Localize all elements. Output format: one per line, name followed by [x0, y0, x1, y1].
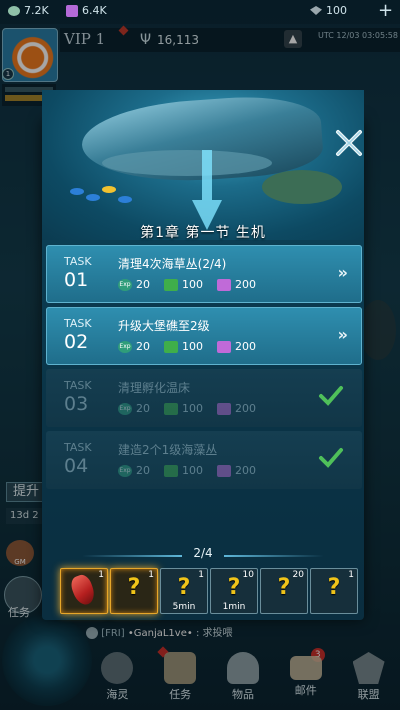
shell-icon	[8, 5, 20, 16]
fish-illustration	[118, 196, 132, 203]
checkmark-icon	[319, 448, 343, 468]
resource-2-value: 6.4K	[82, 4, 107, 17]
whale-belly	[102, 150, 272, 176]
seaweed-value: 100	[182, 340, 203, 353]
coral-value: 200	[235, 340, 256, 353]
fish-illustration	[102, 186, 116, 193]
resource-1-value: 7.2K	[24, 4, 49, 17]
reward-slot[interactable]: ? 1	[110, 568, 158, 614]
reward-slot[interactable]: 1	[60, 568, 108, 614]
task-rewards: Exp 20 100 200	[118, 464, 270, 477]
coral-icon	[66, 4, 78, 17]
reward-count: 1	[348, 570, 354, 580]
task-label: TASK	[64, 255, 92, 268]
top-resource-bar: 7.2K 6.4K 100 +	[0, 0, 400, 24]
coral-icon	[217, 464, 231, 477]
add-resource-button[interactable]: +	[378, 0, 393, 21]
seaweed-value: 100	[182, 402, 203, 415]
seaweed-icon	[164, 402, 178, 415]
chapter-title: 第1章 第一节 生机	[140, 225, 266, 241]
go-button[interactable]: »	[338, 263, 348, 282]
pager-line-left	[82, 555, 182, 557]
task-rewards: Exp 20 100 200	[118, 402, 270, 415]
exp-icon: Exp	[118, 402, 132, 415]
task-row[interactable]: TASK 03 清理孵化温床 Exp 20 100 200	[46, 369, 362, 427]
reward-time: 1min	[222, 602, 246, 612]
chapter-rewards: 1 ? 1 ? 1 5min ? 10 1min ? 20 ? 1	[60, 568, 360, 616]
reward-count: 1	[98, 570, 104, 580]
go-button[interactable]: »	[338, 325, 348, 344]
task-title: 升级大堡礁至2级	[118, 319, 210, 333]
fish-illustration	[86, 194, 100, 201]
exp-icon: Exp	[118, 278, 132, 291]
task-label: TASK	[64, 317, 92, 330]
task-title: 清理4次海草丛(2/4)	[118, 257, 227, 271]
reward-count: 20	[292, 570, 304, 580]
reward-slot[interactable]: ? 1 5min	[160, 568, 208, 614]
task-number: 02	[64, 331, 89, 353]
task-rewards: Exp 20 100 200	[118, 278, 270, 291]
reward-slot[interactable]: ? 1	[310, 568, 358, 614]
pager-line-right	[224, 555, 324, 557]
coral-value: 200	[235, 402, 256, 415]
resource-2[interactable]: 6.4K	[66, 4, 107, 17]
pager-text: 2/4	[193, 546, 213, 560]
task-label: TASK	[64, 379, 92, 392]
exp-value: 20	[136, 402, 150, 415]
seaweed-icon	[164, 464, 178, 477]
checkmark-icon	[319, 386, 343, 406]
coral-icon	[217, 278, 231, 291]
task-number: 01	[64, 269, 89, 291]
task-label: TASK	[64, 441, 92, 454]
close-icon[interactable]	[334, 128, 364, 158]
reward-count: 1	[148, 570, 154, 580]
task-row[interactable]: TASK 04 建造2个1级海藻丛 Exp 20 100 200	[46, 431, 362, 489]
task-row[interactable]: TASK 02 升级大堡礁至2级 Exp 20 100 200 »	[46, 307, 362, 365]
task-number: 04	[64, 455, 89, 477]
exp-value: 20	[136, 278, 150, 291]
resource-3-value: 100	[326, 4, 347, 17]
task-title: 建造2个1级海藻丛	[118, 443, 218, 457]
exp-value: 20	[136, 340, 150, 353]
seaweed-icon	[164, 278, 178, 291]
resource-3[interactable]: 100	[310, 4, 347, 17]
exp-value: 20	[136, 464, 150, 477]
red-potion-icon	[68, 572, 98, 608]
seaweed-value: 100	[182, 464, 203, 477]
exp-icon: Exp	[118, 340, 132, 353]
task-title: 清理孵化温床	[118, 381, 191, 395]
coral-icon	[217, 340, 231, 353]
turtle-illustration	[262, 170, 342, 204]
resource-1[interactable]: 7.2K	[8, 4, 49, 17]
seaweed-value: 100	[182, 278, 203, 291]
coral-value: 200	[235, 278, 256, 291]
coral-icon	[217, 402, 231, 415]
reward-slot[interactable]: ? 10 1min	[210, 568, 258, 614]
down-arrow-icon	[192, 150, 222, 230]
reward-count: 10	[242, 570, 254, 580]
exp-icon: Exp	[118, 464, 132, 477]
task-number: 03	[64, 393, 89, 415]
task-row[interactable]: TASK 01 清理4次海草丛(2/4) Exp 20 100 200 »	[46, 245, 362, 303]
reward-count: 1	[198, 570, 204, 580]
fish-illustration	[70, 188, 84, 195]
reward-time: 5min	[172, 602, 196, 612]
gem-icon	[310, 6, 322, 15]
reward-slot[interactable]: ? 20	[260, 568, 308, 614]
coral-value: 200	[235, 464, 256, 477]
seaweed-icon	[164, 340, 178, 353]
chapter-pager: 2/4	[42, 546, 364, 564]
task-rewards: Exp 20 100 200	[118, 340, 270, 353]
